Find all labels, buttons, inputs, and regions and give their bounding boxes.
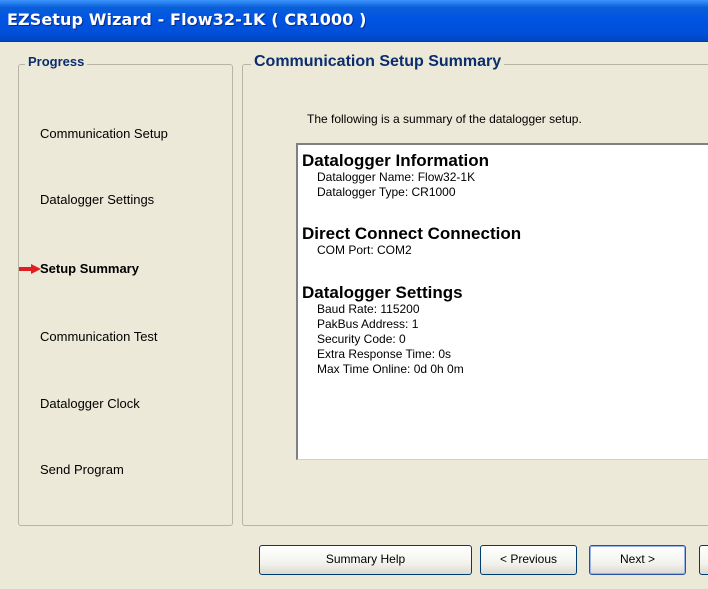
summary-help-button[interactable]: Summary Help: [259, 545, 472, 575]
step-communication-test: Communication Test: [40, 329, 158, 344]
datalogger-name-line: Datalogger Name: Flow32-1K: [317, 170, 476, 184]
step-datalogger-clock: Datalogger Clock: [40, 396, 140, 411]
datalogger-type-line: Datalogger Type: CR1000: [317, 185, 456, 199]
summary-legend: Communication Setup Summary: [251, 53, 505, 71]
previous-button[interactable]: < Previous: [480, 545, 577, 575]
step-setup-summary: Setup Summary: [40, 261, 139, 276]
pakbus-address-line: PakBus Address: 1: [317, 317, 419, 331]
section-title-datalogger-information: Datalogger Information: [302, 151, 490, 170]
extra-response-time-line: Extra Response Time: 0s: [317, 347, 452, 361]
clipped-button[interactable]: [699, 545, 708, 575]
baud-rate-line: Baud Rate: 115200: [317, 302, 420, 316]
summary-intro-text: The following is a summary of the datalo…: [307, 112, 582, 126]
com-port-line: COM Port: COM2: [317, 243, 412, 257]
max-time-online-line: Max Time Online: 0d 0h 0m: [317, 362, 464, 376]
summary-text-box[interactable]: Datalogger Information Datalogger Name: …: [296, 143, 708, 460]
window-title: EZSetup Wizard - Flow32-1K ( CR1000 ): [7, 10, 367, 29]
security-code-line: Security Code: 0: [317, 332, 406, 346]
current-step-arrow-icon: [19, 264, 41, 274]
title-bar[interactable]: EZSetup Wizard - Flow32-1K ( CR1000 ): [0, 0, 708, 42]
section-title-direct-connect: Direct Connect Connection: [302, 224, 522, 243]
progress-legend: Progress: [25, 54, 88, 69]
step-communication-setup: Communication Setup: [40, 126, 168, 141]
step-datalogger-settings: Datalogger Settings: [40, 192, 155, 207]
section-title-datalogger-settings: Datalogger Settings: [302, 283, 463, 302]
next-button[interactable]: Next >: [589, 545, 686, 575]
step-send-program: Send Program: [40, 462, 124, 477]
